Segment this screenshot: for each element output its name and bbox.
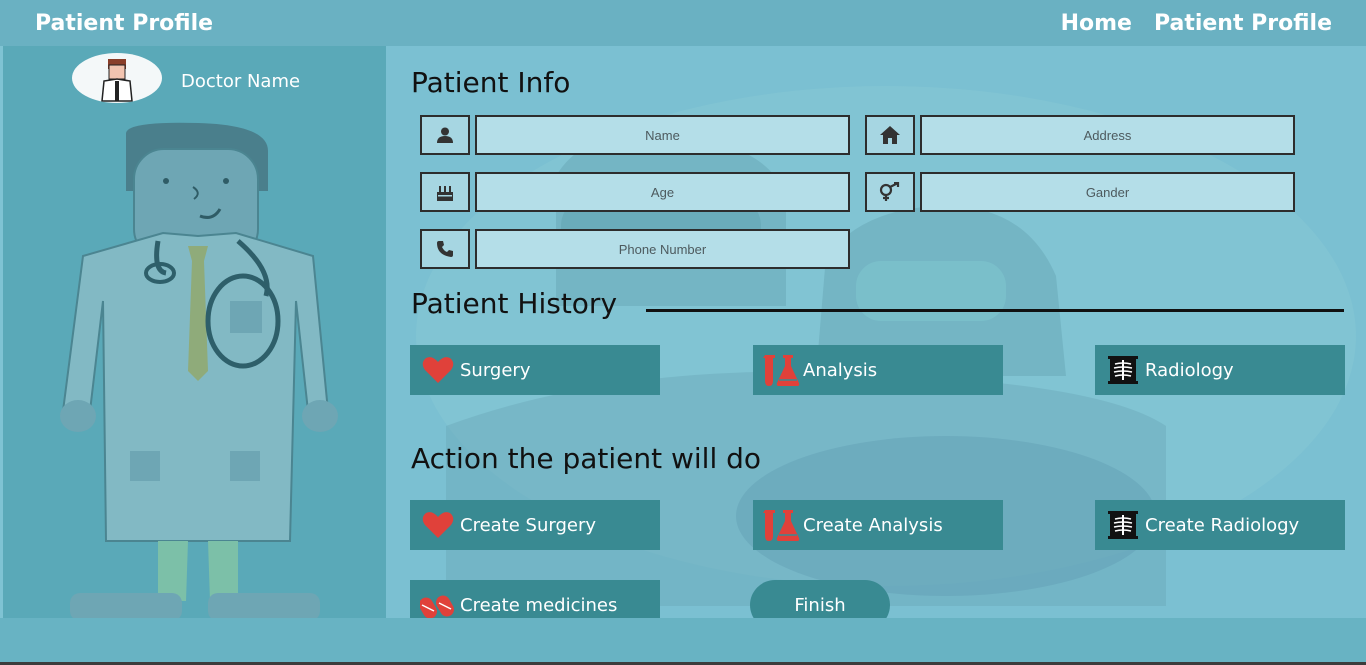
gender-input[interactable] bbox=[920, 172, 1295, 212]
doctor-avatar bbox=[72, 53, 162, 103]
doctor-illustration bbox=[60, 122, 338, 618]
radiology-button[interactable]: Radiology bbox=[1095, 345, 1345, 395]
gender-icon bbox=[865, 172, 915, 212]
doctor-sidebar: Doctor Name bbox=[3, 46, 386, 618]
create-analysis-button[interactable]: Create Analysis bbox=[753, 500, 1003, 550]
analysis-button[interactable]: Analysis bbox=[753, 345, 1003, 395]
footer-bar bbox=[0, 618, 1366, 665]
home-icon bbox=[865, 115, 915, 155]
phone-input[interactable] bbox=[475, 229, 850, 269]
actions-title: Action the patient will do bbox=[411, 442, 762, 475]
doctor-name: Doctor Name bbox=[181, 71, 301, 92]
gender-field-row bbox=[865, 172, 1295, 212]
top-nav: Home Patient Profile bbox=[1061, 11, 1332, 36]
lab-flask-icon bbox=[761, 353, 801, 387]
heart-icon bbox=[418, 508, 458, 542]
name-input[interactable] bbox=[475, 115, 850, 155]
analysis-label: Analysis bbox=[803, 359, 878, 381]
nav-home-link[interactable]: Home bbox=[1061, 11, 1132, 36]
section-divider bbox=[646, 309, 1344, 312]
create-medicines-button[interactable]: Create medicines bbox=[410, 580, 660, 618]
surgery-label: Surgery bbox=[460, 359, 531, 381]
nav-patient-profile-link[interactable]: Patient Profile bbox=[1154, 11, 1332, 36]
create-analysis-label: Create Analysis bbox=[803, 514, 943, 536]
age-field-row bbox=[420, 172, 850, 212]
birthday-cake-icon bbox=[420, 172, 470, 212]
age-input[interactable] bbox=[475, 172, 850, 212]
address-input[interactable] bbox=[920, 115, 1295, 155]
create-surgery-button[interactable]: Create Surgery bbox=[410, 500, 660, 550]
address-field-row bbox=[865, 115, 1295, 155]
name-field-row bbox=[420, 115, 850, 155]
person-icon bbox=[420, 115, 470, 155]
surgery-button[interactable]: Surgery bbox=[410, 345, 660, 395]
app-title: Patient Profile bbox=[35, 11, 214, 36]
finish-button[interactable]: Finish bbox=[750, 580, 890, 618]
x-ray-icon bbox=[1103, 353, 1143, 387]
pills-icon bbox=[418, 588, 458, 618]
radiology-label: Radiology bbox=[1145, 359, 1234, 381]
phone-field-row bbox=[420, 229, 850, 269]
create-radiology-label: Create Radiology bbox=[1145, 514, 1300, 536]
top-bar: Patient Profile Home Patient Profile bbox=[0, 0, 1366, 46]
create-surgery-label: Create Surgery bbox=[460, 514, 597, 536]
create-medicines-label: Create medicines bbox=[460, 594, 618, 616]
patient-info-title: Patient Info bbox=[411, 66, 571, 99]
patient-history-title: Patient History bbox=[411, 287, 618, 320]
x-ray-icon bbox=[1103, 508, 1143, 542]
create-radiology-button[interactable]: Create Radiology bbox=[1095, 500, 1345, 550]
heart-icon bbox=[418, 353, 458, 387]
main-content: Patient Info Patient History bbox=[386, 46, 1366, 618]
phone-icon bbox=[420, 229, 470, 269]
lab-flask-icon bbox=[761, 508, 801, 542]
